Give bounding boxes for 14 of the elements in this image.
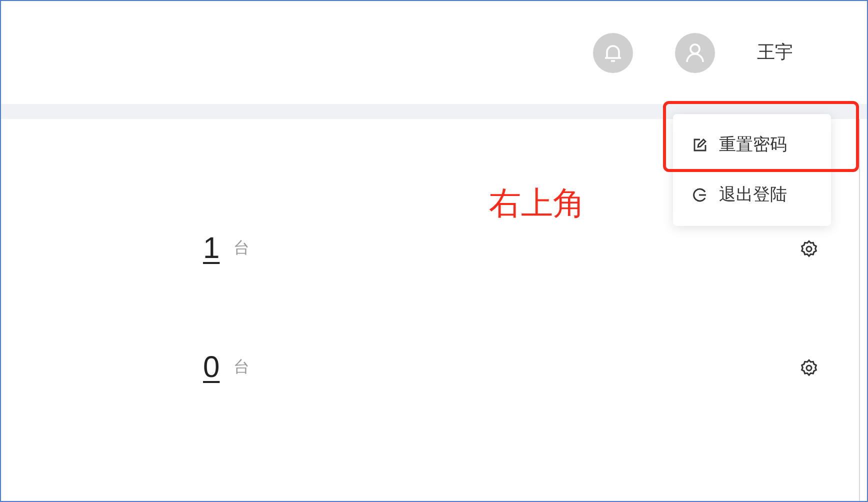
settings-icon[interactable] bbox=[799, 239, 819, 259]
device-count[interactable]: 1 bbox=[203, 231, 220, 267]
annotation-text: 右上角 bbox=[489, 184, 585, 223]
edit-icon bbox=[693, 138, 707, 152]
device-count[interactable]: 0 bbox=[203, 350, 220, 386]
logout-icon bbox=[693, 188, 707, 202]
bell-icon bbox=[604, 42, 622, 62]
unit-label: 台 bbox=[234, 358, 250, 378]
menu-item[interactable]: 退出登陆 bbox=[719, 182, 787, 208]
user-icon bbox=[685, 42, 705, 62]
unit-label: 台 bbox=[234, 239, 250, 259]
settings-icon[interactable] bbox=[799, 358, 819, 378]
menu-item[interactable]: 重置密码 bbox=[719, 132, 787, 158]
user-name[interactable]: 王宇 bbox=[757, 39, 793, 66]
